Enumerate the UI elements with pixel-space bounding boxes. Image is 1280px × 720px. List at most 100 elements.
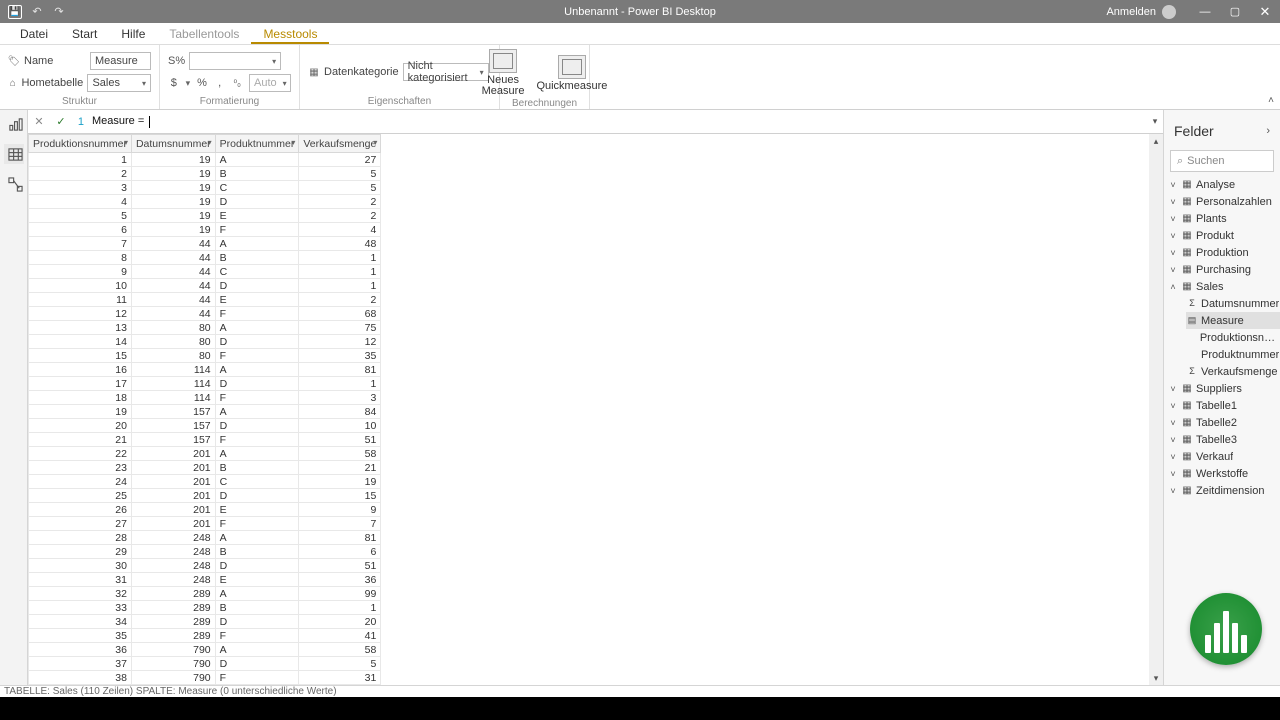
cell[interactable]: 37 bbox=[29, 657, 132, 671]
column-header[interactable]: Datumsnummer▾ bbox=[131, 135, 215, 153]
percent-button[interactable]: % bbox=[196, 74, 208, 92]
field-node[interactable]: Produktionsnum... bbox=[1186, 329, 1280, 346]
cell[interactable]: 19 bbox=[131, 153, 215, 167]
cell[interactable]: 19 bbox=[131, 181, 215, 195]
cell[interactable]: C bbox=[215, 181, 299, 195]
maximize-button[interactable]: ▢ bbox=[1220, 0, 1250, 23]
cell[interactable]: 75 bbox=[299, 321, 381, 335]
cell[interactable]: 41 bbox=[299, 629, 381, 643]
cell[interactable]: 10 bbox=[299, 419, 381, 433]
cell[interactable]: D bbox=[215, 377, 299, 391]
cell[interactable]: 289 bbox=[131, 587, 215, 601]
column-header[interactable]: Verkaufsmenge▾ bbox=[299, 135, 381, 153]
table-row[interactable]: 944C1 bbox=[29, 265, 381, 279]
cell[interactable]: 35 bbox=[29, 629, 132, 643]
table-node[interactable]: ˄▦Sales bbox=[1164, 278, 1280, 295]
table-row[interactable]: 29248B6 bbox=[29, 545, 381, 559]
table-node[interactable]: ˅▦Tabelle3 bbox=[1164, 431, 1280, 448]
cell[interactable]: F bbox=[215, 349, 299, 363]
table-row[interactable]: 33289B1 bbox=[29, 601, 381, 615]
cell[interactable]: B bbox=[215, 461, 299, 475]
table-node[interactable]: ˅▦Suppliers bbox=[1164, 380, 1280, 397]
cell[interactable]: 32 bbox=[29, 587, 132, 601]
cell[interactable]: 5 bbox=[299, 167, 381, 181]
cell[interactable]: 20 bbox=[299, 615, 381, 629]
cell[interactable]: 44 bbox=[131, 251, 215, 265]
data-view-button[interactable] bbox=[4, 144, 24, 164]
table-row[interactable]: 36790A58 bbox=[29, 643, 381, 657]
table-node[interactable]: ˅▦Produktion bbox=[1164, 244, 1280, 261]
cell[interactable]: 157 bbox=[131, 405, 215, 419]
cell[interactable]: 19 bbox=[299, 475, 381, 489]
cell[interactable]: 6 bbox=[29, 223, 132, 237]
cell[interactable]: 68 bbox=[299, 307, 381, 321]
cell[interactable]: 201 bbox=[131, 475, 215, 489]
cell[interactable]: 44 bbox=[131, 307, 215, 321]
report-view-button[interactable] bbox=[4, 114, 24, 134]
field-node[interactable]: Produktnummer bbox=[1186, 346, 1280, 363]
fields-search-input[interactable]: ⌕ Suchen bbox=[1170, 150, 1274, 172]
comma-button[interactable]: , bbox=[214, 74, 226, 92]
cell[interactable]: 23 bbox=[29, 461, 132, 475]
cell[interactable]: 16 bbox=[29, 363, 132, 377]
table-row[interactable]: 37790D5 bbox=[29, 657, 381, 671]
table-row[interactable]: 21157F51 bbox=[29, 433, 381, 447]
table-row[interactable]: 25201D15 bbox=[29, 489, 381, 503]
table-node[interactable]: ˅▦Verkauf bbox=[1164, 448, 1280, 465]
cell[interactable]: F bbox=[215, 223, 299, 237]
cell[interactable]: 35 bbox=[299, 349, 381, 363]
table-row[interactable]: 35289F41 bbox=[29, 629, 381, 643]
cell[interactable]: 18 bbox=[29, 391, 132, 405]
cell[interactable]: 3 bbox=[29, 181, 132, 195]
table-node[interactable]: ˅▦Werkstoffe bbox=[1164, 465, 1280, 482]
table-row[interactable]: 844B1 bbox=[29, 251, 381, 265]
cell[interactable]: 36 bbox=[299, 573, 381, 587]
cell[interactable]: 44 bbox=[131, 279, 215, 293]
cell[interactable]: 19 bbox=[131, 209, 215, 223]
cell[interactable]: 248 bbox=[131, 573, 215, 587]
table-row[interactable]: 519E2 bbox=[29, 209, 381, 223]
cell[interactable]: 99 bbox=[299, 587, 381, 601]
cell[interactable]: 31 bbox=[299, 671, 381, 685]
column-header[interactable]: Produktnummer▾ bbox=[215, 135, 299, 153]
cell[interactable]: 17 bbox=[29, 377, 132, 391]
cell[interactable]: 13 bbox=[29, 321, 132, 335]
table-row[interactable]: 119A27 bbox=[29, 153, 381, 167]
cell[interactable]: 5 bbox=[29, 209, 132, 223]
cell[interactable]: B bbox=[215, 167, 299, 181]
cell[interactable]: 248 bbox=[131, 545, 215, 559]
table-row[interactable]: 22201A58 bbox=[29, 447, 381, 461]
redo-icon[interactable]: ↷ bbox=[52, 5, 66, 19]
cell[interactable]: 157 bbox=[131, 419, 215, 433]
field-node[interactable]: ΣVerkaufsmenge bbox=[1186, 363, 1280, 380]
cell[interactable]: B bbox=[215, 251, 299, 265]
table-row[interactable]: 27201F7 bbox=[29, 517, 381, 531]
close-button[interactable]: ✕ bbox=[1250, 0, 1280, 23]
table-node[interactable]: ˅▦Purchasing bbox=[1164, 261, 1280, 278]
cell[interactable]: 114 bbox=[131, 391, 215, 405]
cell[interactable]: A bbox=[215, 587, 299, 601]
cell[interactable]: 1 bbox=[299, 377, 381, 391]
cell[interactable]: 22 bbox=[29, 447, 132, 461]
cell[interactable]: 51 bbox=[299, 433, 381, 447]
cell[interactable]: 33 bbox=[29, 601, 132, 615]
cell[interactable]: 58 bbox=[299, 643, 381, 657]
cell[interactable]: D bbox=[215, 279, 299, 293]
cell[interactable]: 27 bbox=[299, 153, 381, 167]
data-grid[interactable]: Produktionsnummer▾Datumsnummer▾Produktnu… bbox=[28, 134, 381, 685]
table-row[interactable]: 219B5 bbox=[29, 167, 381, 181]
cell[interactable]: F bbox=[215, 307, 299, 321]
cell[interactable]: A bbox=[215, 237, 299, 251]
cell[interactable]: 81 bbox=[299, 363, 381, 377]
cell[interactable]: 12 bbox=[299, 335, 381, 349]
menu-help[interactable]: Hilfe bbox=[109, 23, 157, 44]
table-node[interactable]: ˅▦Produkt bbox=[1164, 227, 1280, 244]
cell[interactable]: 1 bbox=[299, 601, 381, 615]
cell[interactable]: 80 bbox=[131, 321, 215, 335]
formula-expand-icon[interactable]: ▾ bbox=[1147, 116, 1163, 127]
cell[interactable]: 4 bbox=[29, 195, 132, 209]
cell[interactable]: 44 bbox=[131, 237, 215, 251]
table-row[interactable]: 419D2 bbox=[29, 195, 381, 209]
cell[interactable]: 36 bbox=[29, 643, 132, 657]
cell[interactable]: A bbox=[215, 405, 299, 419]
